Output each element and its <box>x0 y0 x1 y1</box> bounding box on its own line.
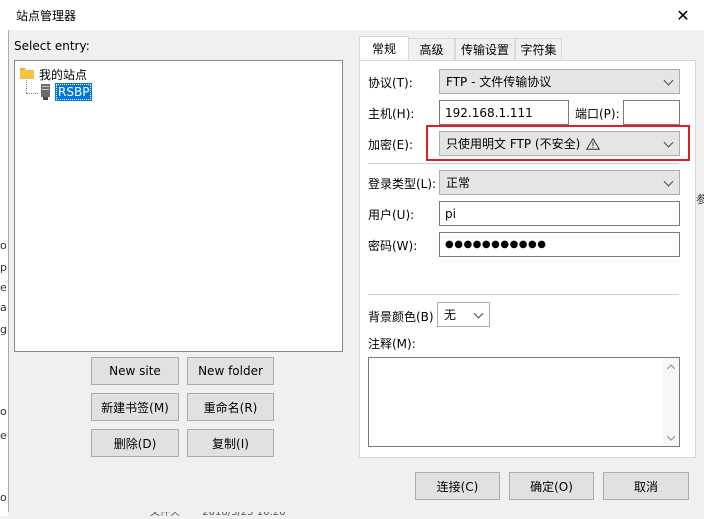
port-label: 端口(P): <box>575 107 620 121</box>
comments-label: 注释(M): <box>368 337 416 351</box>
background-char: o <box>0 491 7 504</box>
rename-button[interactable]: 重命名(R) <box>187 393 274 421</box>
new-folder-button[interactable]: New folder <box>187 357 274 385</box>
scroll-up-icon[interactable] <box>667 364 675 370</box>
encryption-select[interactable]: 只使用明文 FTP (不安全) <box>439 131 680 156</box>
host-label: 主机(H): <box>368 107 415 121</box>
chevron-down-icon <box>663 75 674 86</box>
tab-transfer-settings[interactable]: 传输设置 <box>455 38 515 60</box>
tree-connector <box>26 80 28 93</box>
connect-button[interactable]: 连接(C) <box>415 472 500 500</box>
new-site-button[interactable]: New site <box>91 357 179 385</box>
encryption-value: 只使用明文 FTP (不安全) <box>446 137 581 151</box>
port-input[interactable] <box>623 100 680 125</box>
logon-type-value: 正常 <box>446 176 471 190</box>
delete-button[interactable]: 删除(D) <box>91 429 179 457</box>
protocol-select[interactable]: FTP - 文件传输协议 <box>439 69 680 94</box>
chevron-down-icon <box>663 176 674 187</box>
bgcolor-value: 无 <box>444 308 457 322</box>
form-divider <box>368 294 679 295</box>
window-title: 站点管理器 <box>16 9 77 23</box>
warning-icon <box>586 137 601 150</box>
folder-icon <box>20 68 34 79</box>
tab-charset[interactable]: 字符集 <box>515 38 562 60</box>
server-icon <box>41 84 50 100</box>
scroll-down-icon[interactable] <box>667 435 675 441</box>
protocol-label: 协议(T): <box>368 76 413 90</box>
tab-advanced[interactable]: 高级 <box>408 38 455 60</box>
encryption-label: 加密(E): <box>368 138 413 152</box>
background-char: g <box>0 323 7 336</box>
background-char: p <box>0 261 7 274</box>
password-input[interactable]: ●●●●●●●●●●● <box>439 232 680 257</box>
bgcolor-label: 背景颜色(B) <box>368 310 434 324</box>
user-input[interactable]: pi <box>439 201 680 226</box>
select-entry-label: Select entry: <box>14 39 90 53</box>
background-char: e <box>0 429 7 442</box>
close-icon[interactable]: ✕ <box>668 2 698 28</box>
logon-type-label: 登录类型(L): <box>368 177 437 191</box>
logon-type-select[interactable]: 正常 <box>439 170 680 195</box>
chevron-down-icon <box>663 137 674 148</box>
bgcolor-select[interactable]: 无 <box>437 302 490 327</box>
chevron-down-icon <box>473 308 484 319</box>
tree-site-item[interactable]: RSBP <box>55 83 93 101</box>
tree-root-item[interactable]: 我的站点 <box>39 66 87 83</box>
title-bar: 站点管理器 ✕ <box>8 0 704 30</box>
comments-textarea[interactable] <box>368 357 680 447</box>
password-label: 密码(W): <box>368 239 418 253</box>
protocol-value: FTP - 文件传输协议 <box>446 75 552 89</box>
tab-general[interactable]: 常规 <box>359 36 409 60</box>
background-char: a <box>0 301 7 314</box>
background-char: e <box>0 281 7 294</box>
ok-button[interactable]: 确定(O) <box>509 472 594 500</box>
cancel-button[interactable]: 取消 <box>603 472 689 500</box>
background-char: o <box>0 239 7 252</box>
duplicate-button[interactable]: 复制(I) <box>187 429 274 457</box>
form-divider <box>368 163 679 164</box>
scrollbar[interactable] <box>663 358 679 446</box>
new-bookmark-button[interactable]: 新建书签(M) <box>91 393 179 421</box>
user-label: 用户(U): <box>368 208 415 222</box>
background-char: o <box>0 405 7 418</box>
host-input[interactable]: 192.168.1.111 <box>439 100 569 125</box>
background-char: 参 <box>696 193 704 206</box>
tree-connector <box>26 93 38 95</box>
site-tree[interactable]: 我的站点 RSBP <box>14 60 343 352</box>
